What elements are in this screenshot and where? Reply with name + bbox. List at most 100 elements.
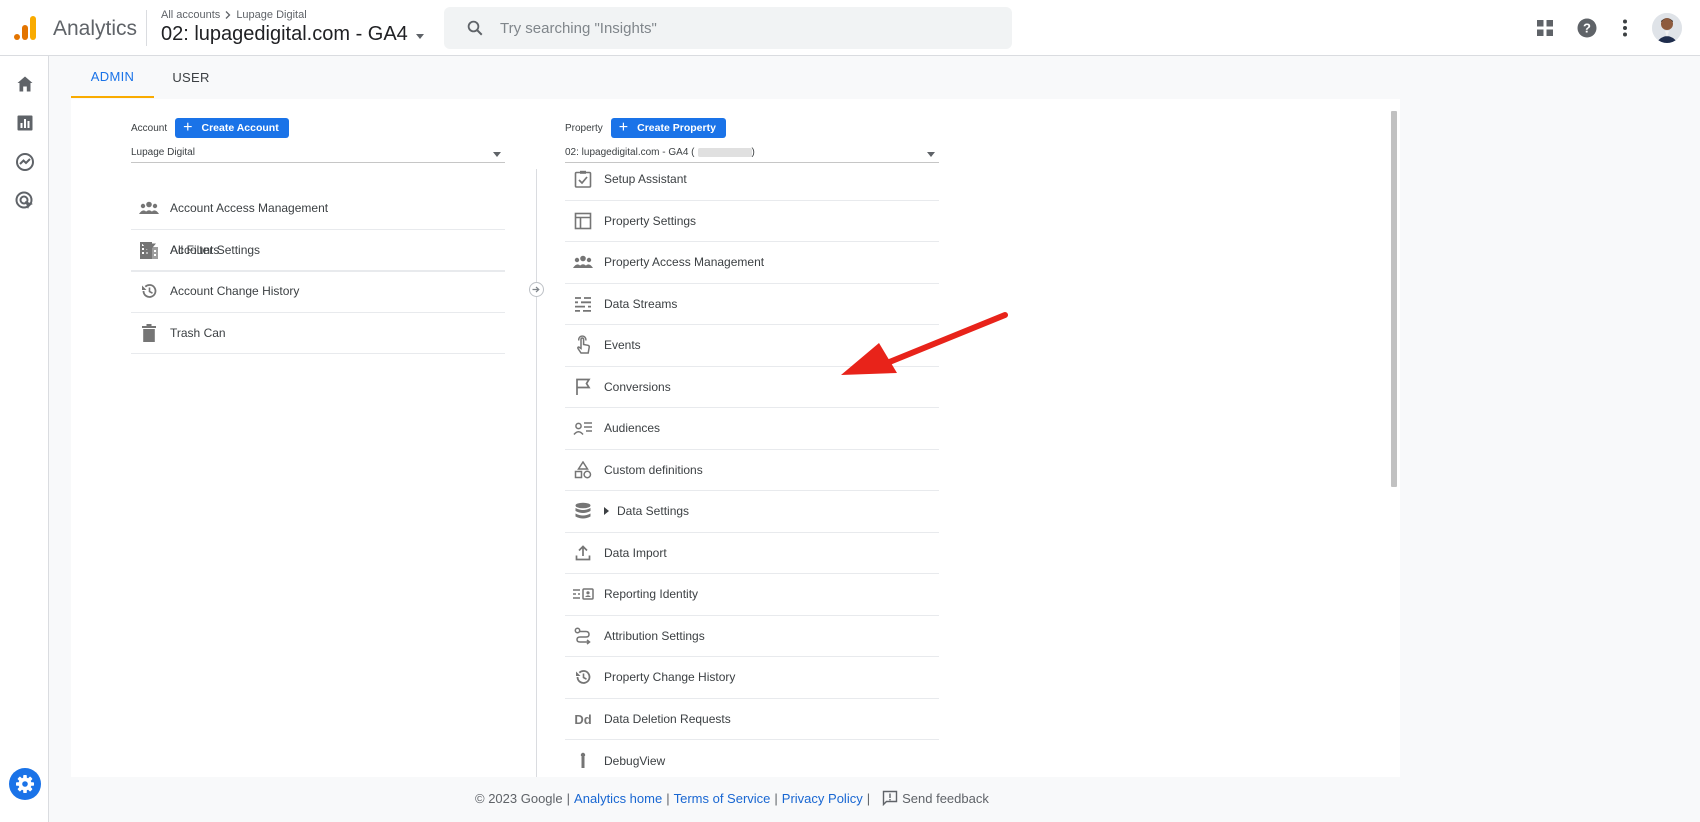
menu-setup-assistant[interactable]: Setup Assistant <box>565 159 939 201</box>
breadcrumb-root[interactable]: All accounts <box>161 9 220 21</box>
menu-audiences[interactable]: Audiences <box>565 408 939 450</box>
property-menu: Setup Assistant Property Settings Proper… <box>565 159 939 777</box>
menu-attribution-settings[interactable]: Attribution Settings <box>565 616 939 657</box>
menu-data-settings[interactable]: Data Settings <box>565 491 939 533</box>
shapes-icon <box>571 458 595 482</box>
send-feedback-button[interactable]: Send feedback <box>882 790 989 806</box>
expand-caret-icon[interactable] <box>604 507 609 516</box>
menu-label: Audiences <box>604 421 661 436</box>
menu-property-change-history[interactable]: Property Change History <box>565 657 939 699</box>
history-icon <box>137 279 161 303</box>
streams-icon <box>571 292 595 316</box>
analytics-home-link[interactable]: Analytics home <box>574 791 662 806</box>
property-picker[interactable]: 02: lupagedigital.com - GA4 <box>161 23 424 46</box>
svg-text:?: ? <box>1583 21 1591 36</box>
menu-label: Property Settings <box>604 213 697 228</box>
menu-trash-can[interactable]: Trash Can <box>131 313 505 354</box>
apps-grid-icon[interactable] <box>1533 16 1557 40</box>
filter-icon <box>137 238 161 262</box>
caret-down-icon <box>415 33 424 39</box>
help-icon[interactable]: ? <box>1575 16 1599 40</box>
footer: © 2023 Google | Analytics home | Terms o… <box>475 790 989 806</box>
reports-icon[interactable] <box>13 111 37 135</box>
identity-icon <box>571 582 595 606</box>
avatar[interactable] <box>1652 13 1682 43</box>
property-title: 02: lupagedigital.com - GA4 <box>161 23 408 45</box>
flag-icon <box>571 375 595 399</box>
more-vert-icon[interactable] <box>1613 16 1637 40</box>
menu-data-streams[interactable]: Data Streams <box>565 284 939 325</box>
menu-label: Conversions <box>604 379 671 394</box>
left-nav-rail <box>0 56 49 822</box>
advertising-icon[interactable] <box>13 189 37 213</box>
menu-label: Property Access Management <box>604 255 765 270</box>
column-toggle[interactable] <box>529 282 544 297</box>
plus-icon: + <box>618 119 629 136</box>
audience-icon <box>571 416 595 440</box>
chevron-right-icon <box>225 11 231 19</box>
menu-label: Trash Can <box>170 325 226 340</box>
create-property-button[interactable]: + Create Property <box>610 118 726 138</box>
dd-icon: Dd <box>571 707 595 731</box>
property-select-close-paren: ) <box>751 147 755 158</box>
explore-icon[interactable] <box>13 150 37 174</box>
attribution-icon <box>571 624 595 648</box>
tab-admin[interactable]: ADMIN <box>71 56 154 98</box>
menu-property-access-management[interactable]: Property Access Management <box>565 242 939 284</box>
home-icon[interactable] <box>13 72 37 96</box>
menu-label: Account Change History <box>170 284 300 299</box>
menu-property-settings[interactable]: Property Settings <box>565 201 939 242</box>
menu-label: Account Access Management <box>170 201 329 216</box>
menu-label: Data Settings <box>617 504 690 519</box>
checklist-icon <box>571 167 595 191</box>
trash-icon <box>137 321 161 345</box>
search-bar[interactable] <box>444 7 1012 49</box>
privacy-policy-link[interactable]: Privacy Policy <box>782 791 863 806</box>
menu-label: Property Change History <box>604 670 736 685</box>
search-input[interactable] <box>500 19 980 37</box>
caret-down-icon <box>493 151 501 157</box>
account-select-value: Lupage Digital <box>131 147 195 158</box>
redacted-property-id <box>697 147 752 157</box>
menu-account-access-management[interactable]: Account Access Management <box>131 188 505 230</box>
scrollbar-thumb[interactable] <box>1391 111 1397 487</box>
caret-down-icon <box>927 151 935 157</box>
menu-data-deletion-requests[interactable]: Dd Data Deletion Requests <box>565 699 939 740</box>
plus-icon: + <box>183 119 193 136</box>
people-icon <box>571 250 595 274</box>
menu-data-import[interactable]: Data Import <box>565 533 939 574</box>
property-select-value: 02: lupagedigital.com - GA4 ( <box>565 147 695 158</box>
touch-icon <box>571 333 595 357</box>
footer-separator: | <box>566 790 571 806</box>
create-account-button[interactable]: + Create Account <box>175 118 289 138</box>
menu-label: Data Deletion Requests <box>604 711 731 726</box>
menu-all-filters[interactable]: All Filters <box>131 230 505 271</box>
breadcrumb-account[interactable]: Lupage Digital <box>236 9 306 21</box>
account-select[interactable]: Lupage Digital <box>131 143 505 163</box>
menu-label: Attribution Settings <box>604 628 705 643</box>
svg-text:Dd: Dd <box>574 712 591 726</box>
send-feedback-label: Send feedback <box>902 790 989 806</box>
menu-reporting-identity[interactable]: Reporting Identity <box>565 574 939 616</box>
terms-of-service-link[interactable]: Terms of Service <box>674 791 771 806</box>
admin-panel: Account + Create Account Lupage Digital … <box>71 99 1400 777</box>
admin-gear-button[interactable] <box>9 768 41 800</box>
menu-label: Data Import <box>604 545 667 560</box>
property-label: Property <box>565 122 603 134</box>
menu-debugview[interactable]: DebugView <box>565 740 939 777</box>
menu-events[interactable]: Events <box>565 325 939 367</box>
account-column-header: Account + Create Account <box>131 118 289 138</box>
menu-label: Data Streams <box>604 296 678 311</box>
tab-user[interactable]: USER <box>154 56 228 98</box>
feedback-icon <box>882 790 898 806</box>
menu-label: Setup Assistant <box>604 172 687 187</box>
menu-custom-definitions[interactable]: Custom definitions <box>565 450 939 491</box>
breadcrumb[interactable]: All accounts Lupage Digital <box>161 9 307 21</box>
analytics-logo[interactable] <box>13 15 37 41</box>
debug-icon <box>571 749 595 773</box>
menu-label: Reporting Identity <box>604 587 699 602</box>
footer-separator: | <box>866 790 871 806</box>
menu-account-change-history[interactable]: Account Change History <box>131 271 505 313</box>
footer-separator: | <box>666 790 670 806</box>
menu-conversions[interactable]: Conversions <box>565 367 939 408</box>
